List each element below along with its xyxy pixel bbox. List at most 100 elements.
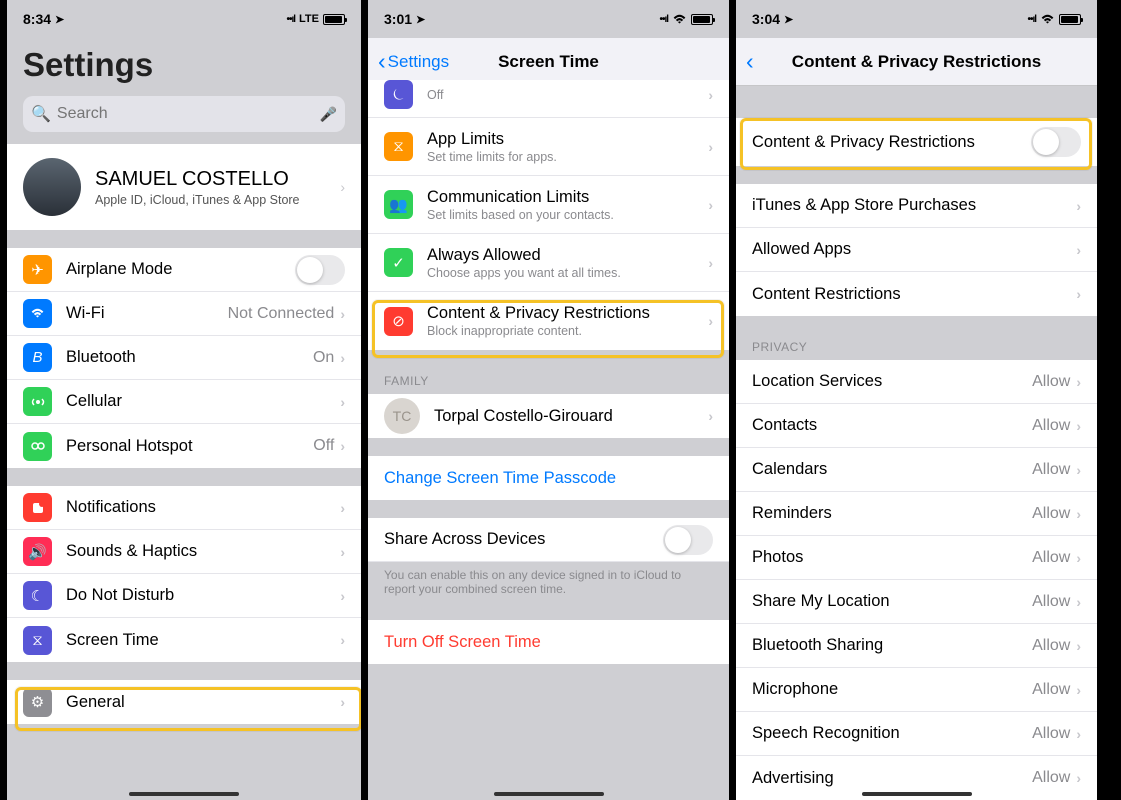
- family-avatar: TC: [384, 398, 420, 434]
- chevron-right-icon: ›: [1076, 682, 1081, 698]
- location-icon: ➤: [416, 13, 425, 26]
- wifi-row[interactable]: Wi-Fi Not Connected›: [7, 292, 361, 336]
- network-label: LTE: [299, 13, 319, 25]
- chevron-right-icon: ›: [1076, 242, 1081, 258]
- app-limits-row[interactable]: ⧖ App LimitsSet time limits for apps.›: [368, 118, 729, 176]
- search-icon: 🔍: [31, 104, 51, 124]
- family-header: FAMILY: [368, 368, 729, 394]
- general-row[interactable]: ⚙ General›: [7, 680, 361, 724]
- back-button[interactable]: ‹Settings: [378, 50, 449, 73]
- restriction-icon: ⊘: [384, 307, 413, 336]
- search-field[interactable]: 🔍 🎤: [23, 96, 345, 132]
- signal-icon: ••ıl: [286, 14, 295, 25]
- hotspot-icon: [23, 432, 52, 461]
- notifications-icon: [23, 493, 52, 522]
- chevron-right-icon: ›: [340, 438, 345, 454]
- change-passcode-row[interactable]: Change Screen Time Passcode: [368, 456, 729, 500]
- airplane-mode-row[interactable]: ✈ Airplane Mode: [7, 248, 361, 292]
- notifications-row[interactable]: Notifications›: [7, 486, 361, 530]
- mic-icon[interactable]: 🎤: [320, 106, 337, 123]
- turn-off-row[interactable]: Turn Off Screen Time: [368, 620, 729, 664]
- main-toggle-row[interactable]: Content & Privacy Restrictions: [736, 118, 1097, 166]
- chevron-left-icon: ‹: [378, 50, 386, 73]
- location-icon: ➤: [55, 13, 64, 26]
- battery-icon: [1059, 14, 1081, 25]
- status-bar: 3:04 ➤ ••ıl: [736, 0, 1097, 38]
- chevron-right-icon: ›: [708, 139, 713, 155]
- wifi-icon: [23, 299, 52, 328]
- share-footer: You can enable this on any device signed…: [368, 562, 729, 602]
- cellular-row[interactable]: Cellular ›: [7, 380, 361, 424]
- status-bar: 3:01 ➤ ••ıl: [368, 0, 729, 38]
- contacts-icon: 👥: [384, 190, 413, 219]
- chevron-right-icon: ›: [708, 87, 713, 103]
- bluetooth-icon: B: [23, 343, 52, 372]
- airplane-icon: ✈: [23, 255, 52, 284]
- screen-time-row[interactable]: ⧖ Screen Time›: [7, 618, 361, 662]
- restrictions-switch[interactable]: [1031, 127, 1081, 157]
- privacy-row[interactable]: CalendarsAllow›: [736, 448, 1097, 492]
- dnd-row[interactable]: ☾ Do Not Disturb›: [7, 574, 361, 618]
- signal-icon: ••ıl: [1027, 14, 1036, 25]
- share-switch[interactable]: [663, 525, 713, 555]
- privacy-row[interactable]: RemindersAllow›: [736, 492, 1097, 536]
- home-indicator[interactable]: [129, 792, 239, 796]
- itunes-row[interactable]: iTunes & App Store Purchases›: [736, 184, 1097, 228]
- content-privacy-row[interactable]: ⊘ Content & Privacy RestrictionsBlock in…: [368, 292, 729, 350]
- nav-title: Content & Privacy Restrictions: [792, 52, 1041, 72]
- chevron-right-icon: ›: [1076, 198, 1081, 214]
- chevron-right-icon: ›: [1076, 506, 1081, 522]
- chevron-right-icon: ›: [340, 544, 345, 560]
- share-devices-row[interactable]: Share Across Devices: [368, 518, 729, 562]
- avatar: [23, 158, 81, 216]
- chevron-right-icon: ›: [340, 394, 345, 410]
- chevron-right-icon: ›: [340, 500, 345, 516]
- chevron-right-icon: ›: [1076, 638, 1081, 654]
- status-time: 3:04: [752, 11, 780, 27]
- phone-screentime: 3:01➤ ••ıl ‹Settings Screen Time ⏾ Off› …: [368, 0, 736, 800]
- chevron-right-icon: ›: [1076, 462, 1081, 478]
- hotspot-row[interactable]: Personal Hotspot Off›: [7, 424, 361, 468]
- chevron-right-icon: ›: [340, 694, 345, 710]
- privacy-row[interactable]: Bluetooth SharingAllow›: [736, 624, 1097, 668]
- chevron-right-icon: ›: [340, 632, 345, 648]
- bluetooth-row[interactable]: B Bluetooth On›: [7, 336, 361, 380]
- apple-id-row[interactable]: SAMUEL COSTELLO Apple ID, iCloud, iTunes…: [7, 144, 361, 230]
- wifi-icon: [1040, 14, 1055, 25]
- airplane-switch[interactable]: [295, 255, 345, 285]
- privacy-header: PRIVACY: [736, 334, 1097, 360]
- chevron-right-icon: ›: [1076, 374, 1081, 390]
- allowed-apps-row[interactable]: Allowed Apps›: [736, 228, 1097, 272]
- family-member-row[interactable]: TC Torpal Costello-Girouard›: [368, 394, 729, 438]
- back-button[interactable]: ‹: [746, 50, 754, 73]
- hourglass-icon: ⧖: [384, 132, 413, 161]
- signal-icon: ••ıl: [659, 14, 668, 25]
- sounds-row[interactable]: 🔊 Sounds & Haptics›: [7, 530, 361, 574]
- privacy-row[interactable]: PhotosAllow›: [736, 536, 1097, 580]
- always-allowed-row[interactable]: ✓ Always AllowedChoose apps you want at …: [368, 234, 729, 292]
- privacy-row[interactable]: Share My LocationAllow›: [736, 580, 1097, 624]
- nav-title: Screen Time: [498, 52, 599, 72]
- content-restrictions-row[interactable]: Content Restrictions›: [736, 272, 1097, 316]
- phone-restrictions: 3:04 ➤ ••ıl ‹ Content & Privacy Restricti…: [736, 0, 1104, 800]
- chevron-right-icon: ›: [340, 588, 345, 604]
- home-indicator[interactable]: [862, 792, 972, 796]
- privacy-row[interactable]: MicrophoneAllow›: [736, 668, 1097, 712]
- location-icon: ➤: [784, 13, 793, 26]
- gear-icon: ⚙: [23, 688, 52, 717]
- home-indicator[interactable]: [494, 792, 604, 796]
- privacy-row[interactable]: Location ServicesAllow›: [736, 360, 1097, 404]
- chevron-right-icon: ›: [340, 179, 345, 195]
- privacy-row[interactable]: ContactsAllow›: [736, 404, 1097, 448]
- page-title: Settings: [7, 38, 361, 92]
- status-time: 3:01: [384, 11, 412, 27]
- cellular-icon: [23, 387, 52, 416]
- downtime-row[interactable]: ⏾ Off›: [368, 80, 729, 118]
- chevron-right-icon: ›: [1076, 726, 1081, 742]
- search-input[interactable]: [57, 105, 314, 123]
- comm-limits-row[interactable]: 👥 Communication LimitsSet limits based o…: [368, 176, 729, 234]
- privacy-row[interactable]: Speech RecognitionAllow›: [736, 712, 1097, 756]
- sounds-icon: 🔊: [23, 537, 52, 566]
- chevron-right-icon: ›: [1076, 286, 1081, 302]
- chevron-left-icon: ‹: [746, 50, 754, 73]
